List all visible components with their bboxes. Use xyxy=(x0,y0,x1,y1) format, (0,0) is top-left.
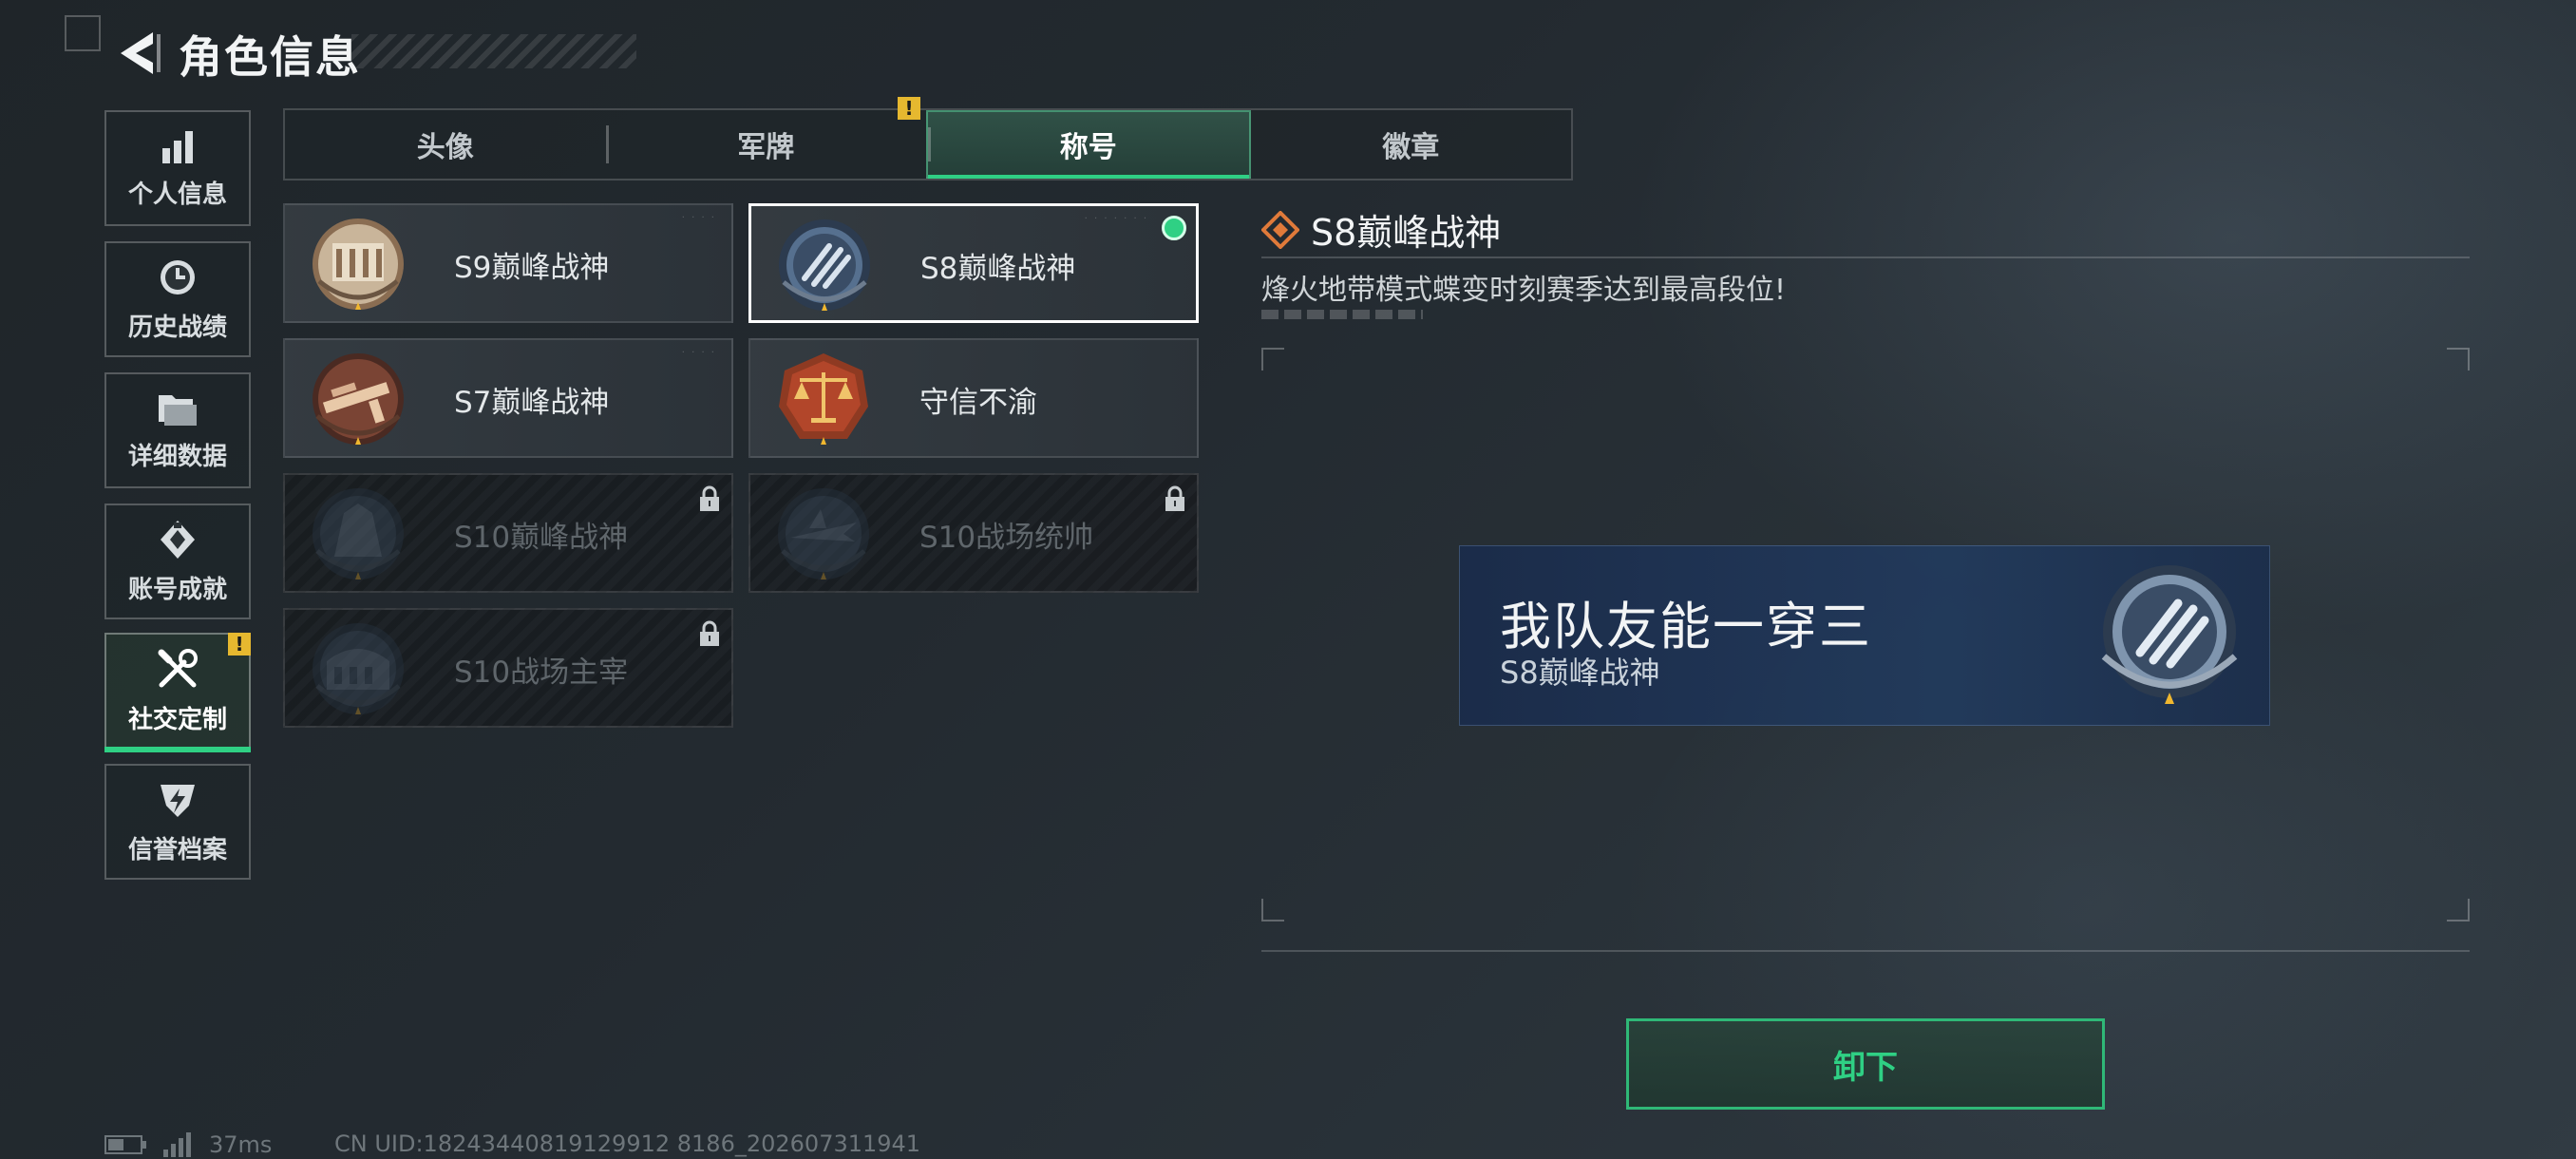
detail-title: S8巅峰战神 xyxy=(1261,203,1501,256)
banner-title: S8巅峰战神 xyxy=(1500,655,1660,691)
title-card-label: S8巅峰战神 xyxy=(920,252,1076,286)
warning-badge: ! xyxy=(228,633,251,656)
nav-item-detailed-data[interactable]: 详细数据 xyxy=(104,372,251,488)
s8-medal-icon xyxy=(2101,565,2238,704)
tab-avatar[interactable]: 头像 xyxy=(285,110,606,179)
card-decoration-text: · · · · · · · xyxy=(1084,214,1148,224)
card-decoration-text: · · · · xyxy=(681,348,716,358)
s7-medal-icon xyxy=(313,353,404,445)
unequip-button[interactable]: 卸下 xyxy=(1626,1018,2105,1110)
title-card-selected[interactable]: · · · · · · · S8巅峰战神 xyxy=(748,203,1199,323)
battery-icon xyxy=(104,1135,146,1154)
folder-icon xyxy=(159,394,197,426)
frame-corner xyxy=(1261,348,1284,370)
title-card-label: 守信不渝 xyxy=(919,386,1037,420)
nav-label: 账号成就 xyxy=(127,575,227,604)
tab-bar: 头像 军牌 ! 称号 徽章 xyxy=(283,97,1573,180)
status-bar: 37ms xyxy=(104,1130,272,1159)
s10-peak-medal-icon xyxy=(313,488,404,580)
title-card-label: S9巅峰战神 xyxy=(454,251,610,285)
lock-icon xyxy=(700,485,719,511)
equipped-indicator xyxy=(1162,216,1186,240)
detail-description: 烽火地带模式蝶变时刻赛季达到最高段位! xyxy=(1261,274,1787,307)
nav-label: 个人信息 xyxy=(127,180,227,209)
title-card-label: S10战场统帅 xyxy=(919,521,1094,555)
page-title: 角色信息 xyxy=(179,31,361,83)
nav-item-match-history[interactable]: 历史战绩 xyxy=(104,241,251,357)
nav-label: 社交定制 xyxy=(127,705,227,734)
divider xyxy=(1261,950,2470,952)
frame-corner xyxy=(2447,899,2470,922)
frame-corner xyxy=(2447,348,2470,370)
nav-item-social-custom[interactable]: 社交定制 ! xyxy=(104,633,251,752)
nav-item-credit-record[interactable]: 信誉档案 xyxy=(104,764,251,880)
title-card-locked[interactable]: S10巅峰战神 xyxy=(283,473,733,593)
warning-badge: ! xyxy=(898,97,920,120)
back-button[interactable] xyxy=(104,25,171,82)
ping-text: 37ms xyxy=(209,1131,273,1158)
s10-dominator-medal-icon xyxy=(313,623,404,714)
title-card-locked[interactable]: S10战场主宰 xyxy=(283,608,733,728)
title-card-label: S7巅峰战神 xyxy=(454,386,610,420)
bar-chart-icon xyxy=(162,130,193,163)
title-hatch-decoration xyxy=(351,34,636,68)
signal-icon xyxy=(163,1132,191,1157)
s8-medal-icon xyxy=(779,219,870,311)
frame-corner xyxy=(1261,899,1284,922)
title-card-label: S10战场主宰 xyxy=(454,656,629,690)
s10-commander-medal-icon xyxy=(778,488,869,580)
lock-icon xyxy=(700,620,719,646)
tab-label: 军牌 xyxy=(737,131,795,164)
tools-icon xyxy=(158,648,198,687)
divider xyxy=(1261,256,2470,258)
nav-item-achievements[interactable]: 账号成就 xyxy=(104,504,251,619)
header: 角色信息 xyxy=(66,21,636,87)
detail-decoration xyxy=(1261,310,1423,319)
tab-dog-tag[interactable]: 军牌 ! xyxy=(605,97,927,179)
s9-medal-icon xyxy=(313,218,404,310)
back-arrow-icon xyxy=(121,32,161,74)
nav-item-personal-info[interactable]: 个人信息 xyxy=(104,110,251,226)
title-card[interactable]: · · · · S7巅峰战神 xyxy=(283,338,733,458)
title-card-label: S10巅峰战神 xyxy=(454,521,629,555)
lock-icon xyxy=(1165,485,1184,511)
title-card-locked[interactable]: S10战场统帅 xyxy=(748,473,1199,593)
diamond-icon xyxy=(1261,210,1299,249)
credit-shield-icon xyxy=(161,784,195,817)
nav-label: 历史战绩 xyxy=(127,313,227,342)
title-card[interactable]: 守信不渝 xyxy=(748,338,1199,458)
clock-icon xyxy=(161,259,195,294)
title-card[interactable]: · · · · S9巅峰战神 xyxy=(283,203,733,323)
tab-title[interactable]: 称号 xyxy=(926,110,1251,179)
tab-badge[interactable]: 徽章 xyxy=(1251,110,1572,179)
card-decoration-text: · · · · xyxy=(681,213,716,223)
achievement-icon xyxy=(161,520,195,559)
nav-label: 详细数据 xyxy=(127,442,227,471)
detail-title-text: S8巅峰战神 xyxy=(1311,212,1502,254)
uid-text: CN UID:18243440819129912 8186_2026073119… xyxy=(334,1130,921,1157)
title-banner-preview: 我队友能一穿三 S8巅峰战神 xyxy=(1459,545,2270,726)
nav-label: 信誉档案 xyxy=(127,835,227,864)
scales-medal-icon xyxy=(779,353,868,445)
